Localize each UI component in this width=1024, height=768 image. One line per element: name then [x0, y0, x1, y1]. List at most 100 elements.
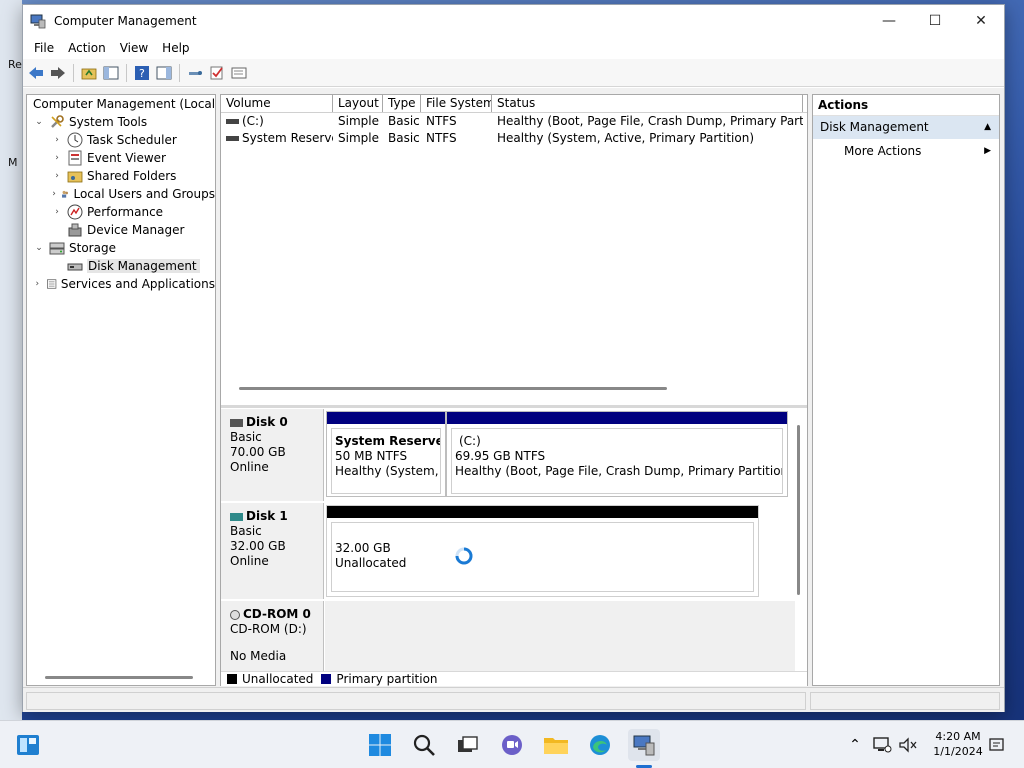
- chevron-right-icon[interactable]: ›: [33, 278, 42, 290]
- partition-name: (C:): [459, 434, 481, 448]
- check-button[interactable]: [207, 63, 227, 83]
- tree-item-performance[interactable]: › Performance: [27, 203, 215, 221]
- disk-1-info[interactable]: Disk 1 Basic 32.00 GB Online: [221, 503, 324, 599]
- clock[interactable]: 4:20 AM 1/1/2024: [930, 729, 986, 759]
- start-button[interactable]: [364, 729, 396, 761]
- chevron-right-icon[interactable]: ›: [51, 170, 63, 182]
- chevron-right-icon[interactable]: ›: [51, 134, 63, 146]
- chevron-down-icon[interactable]: ⌄: [33, 242, 45, 254]
- actions-header: Actions: [813, 95, 999, 116]
- menu-file[interactable]: File: [27, 37, 61, 59]
- clock-date: 1/1/2024: [933, 745, 983, 758]
- show-hidden-icons-chevron-up-icon[interactable]: ⌃: [846, 737, 864, 753]
- more-actions-item[interactable]: More Actions ▶: [813, 139, 999, 163]
- actions-section-disk-management[interactable]: Disk Management ▲: [813, 116, 999, 139]
- notification-icon[interactable]: [988, 736, 1006, 754]
- menu-view[interactable]: View: [113, 37, 155, 59]
- disk-type: Basic: [230, 430, 262, 444]
- column-header-file-system[interactable]: File System: [421, 95, 492, 112]
- chevron-down-icon[interactable]: ⌄: [33, 116, 45, 128]
- tree-item-root[interactable]: Computer Management (Local: [27, 95, 215, 113]
- maximize-button[interactable]: ☐: [912, 5, 958, 37]
- pane-splitter[interactable]: [221, 405, 807, 408]
- close-button[interactable]: ✕: [958, 5, 1004, 37]
- disk-name: Disk 1: [246, 509, 288, 523]
- cdrom-0-info[interactable]: CD-ROM 0 CD-ROM (D:) No Media: [221, 601, 324, 671]
- edge-browser-button[interactable]: [584, 729, 616, 761]
- clock-time: 4:20 AM: [935, 730, 981, 743]
- chevron-right-icon[interactable]: ›: [51, 188, 57, 200]
- disk-view-vertical-scrollbar[interactable]: [797, 425, 800, 595]
- more-actions-label: More Actions: [844, 144, 922, 158]
- tree-item-shared-folders[interactable]: › Shared Folders: [27, 167, 215, 185]
- cdrom-media: No Media: [230, 649, 287, 663]
- chevron-right-icon[interactable]: ›: [51, 206, 63, 218]
- tools-icon: [51, 115, 64, 128]
- collapse-up-icon[interactable]: ▲: [984, 116, 991, 139]
- tree-item-storage[interactable]: ⌄ Storage: [27, 239, 215, 257]
- minimize-button[interactable]: —: [866, 5, 912, 37]
- show-hide-console-tree-button[interactable]: [101, 63, 121, 83]
- desktop-icon-label[interactable]: M: [8, 156, 18, 169]
- disk-legend: Unallocated Primary partition: [221, 671, 807, 686]
- type-cell: Basic: [388, 131, 420, 145]
- forward-button[interactable]: [48, 63, 68, 83]
- column-header-type[interactable]: Type: [383, 95, 421, 112]
- partition-size: 32.00 GB: [335, 541, 391, 555]
- network-icon[interactable]: [872, 736, 892, 754]
- tree-item-device-manager[interactable]: Device Manager: [27, 221, 215, 239]
- volume-name: System Reserved: [242, 131, 333, 145]
- column-header-layout[interactable]: Layout: [333, 95, 383, 112]
- graphical-disk-view: Disk 0 Basic 70.00 GB Online System Rese…: [221, 409, 807, 671]
- title-bar[interactable]: Computer Management — ☐ ✕: [23, 5, 1004, 37]
- teams-chat-button[interactable]: [496, 729, 528, 761]
- volume-list-horizontal-scrollbar[interactable]: [239, 387, 667, 390]
- desktop-icon-label[interactable]: Re: [8, 58, 22, 71]
- connect-drive-button[interactable]: [185, 63, 205, 83]
- disk-icon: [230, 418, 243, 427]
- tree-item-disk-management[interactable]: Disk Management: [27, 257, 215, 275]
- users-icon: [62, 190, 69, 198]
- tree-item-system-tools[interactable]: ⌄ System Tools: [27, 113, 215, 131]
- tree-item-local-users-groups[interactable]: › Local Users and Groups: [27, 185, 215, 203]
- tree-item-services-applications[interactable]: › Services and Applications: [27, 275, 215, 293]
- tree-item-event-viewer[interactable]: › Event Viewer: [27, 149, 215, 167]
- widgets-button[interactable]: [12, 729, 44, 761]
- menu-bar: File Action View Help: [23, 37, 1004, 59]
- partition-details: 32.00 GB Unallocated: [331, 522, 754, 592]
- file-explorer-button[interactable]: [540, 729, 572, 761]
- tree-item-label: Disk Management: [87, 259, 200, 273]
- disk-0-info[interactable]: Disk 0 Basic 70.00 GB Online: [221, 409, 324, 501]
- volume-muted-icon[interactable]: [898, 736, 918, 754]
- partition-c-drive[interactable]: (C:) 69.95 GB NTFS Healthy (Boot, Page F…: [446, 411, 788, 497]
- up-one-level-button[interactable]: [79, 63, 99, 83]
- console-tree: Computer Management (Local ⌄ System Tool…: [26, 94, 216, 686]
- partition-status: Healthy (Boot, Page File, Crash Dump, Pr…: [455, 464, 783, 478]
- partition-unallocated[interactable]: 32.00 GB Unallocated: [326, 505, 759, 597]
- volume-row[interactable]: (C:) Simple Basic NTFS Healthy (Boot, Pa…: [221, 113, 807, 130]
- tree-item-label: Device Manager: [87, 223, 185, 237]
- status-bar-segment: [810, 692, 1000, 710]
- column-header-status[interactable]: Status: [492, 95, 803, 112]
- properties-button[interactable]: [229, 63, 249, 83]
- busy-spinner-icon: [455, 547, 473, 565]
- task-view-button[interactable]: [452, 729, 484, 761]
- tree-item-task-scheduler[interactable]: › Task Scheduler: [27, 131, 215, 149]
- cdrom-area[interactable]: [325, 601, 795, 671]
- toolbar: ?: [23, 59, 1004, 87]
- disk-state: Online: [230, 554, 269, 568]
- menu-help[interactable]: Help: [155, 37, 196, 59]
- chevron-right-icon[interactable]: ›: [51, 152, 63, 164]
- computer-management-taskbar-button[interactable]: [628, 729, 660, 761]
- column-header-volume[interactable]: Volume: [221, 95, 333, 112]
- volume-row[interactable]: System Reserved Simple Basic NTFS Health…: [221, 130, 807, 147]
- menu-action[interactable]: Action: [61, 37, 113, 59]
- tree-item-label: Services and Applications: [60, 277, 215, 291]
- tree-horizontal-scrollbar[interactable]: [45, 676, 193, 679]
- back-button[interactable]: [26, 63, 46, 83]
- help-button[interactable]: ?: [132, 63, 152, 83]
- show-hide-action-pane-button[interactable]: [154, 63, 174, 83]
- partition-system-reserved[interactable]: System Reserved 50 MB NTFS Healthy (Syst…: [326, 411, 446, 497]
- search-button[interactable]: [408, 729, 440, 761]
- client-area: Computer Management (Local ⌄ System Tool…: [23, 88, 1004, 687]
